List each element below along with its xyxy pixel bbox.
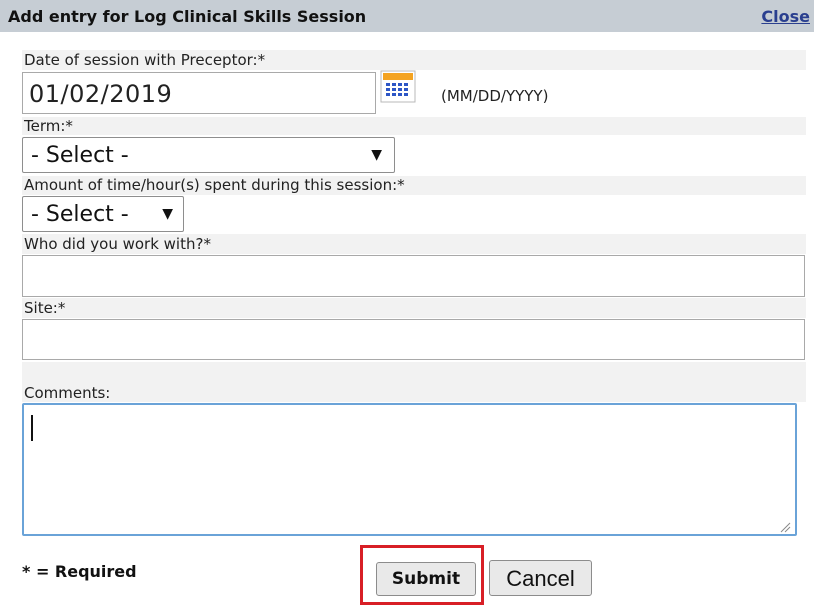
amount-label: Amount of time/hour(s) spent during this… <box>24 176 405 194</box>
term-label: Term:* <box>24 117 73 135</box>
resize-grip-icon[interactable] <box>779 518 791 533</box>
dialog-header: Add entry for Log Clinical Skills Sessio… <box>0 0 814 32</box>
comments-label-row <box>22 362 806 402</box>
dropdown-arrow-icon: ▼ <box>162 206 173 222</box>
dialog-title: Add entry for Log Clinical Skills Sessio… <box>8 7 367 26</box>
required-note: * = Required <box>22 562 137 581</box>
dropdown-arrow-icon: ▼ <box>371 147 382 163</box>
who-label: Who did you work with?* <box>24 235 211 253</box>
site-input[interactable] <box>22 319 805 360</box>
term-label-row <box>22 117 806 135</box>
amount-select[interactable]: - Select - ▼ <box>22 196 184 232</box>
cancel-button[interactable]: Cancel <box>489 560 592 596</box>
comments-label: Comments: <box>24 384 111 402</box>
submit-highlight-box <box>360 545 484 605</box>
close-link[interactable]: Close <box>761 7 810 26</box>
date-label: Date of session with Preceptor:* <box>24 51 266 69</box>
site-label-row <box>22 298 806 318</box>
date-format-hint: (MM/DD/YYYY) <box>441 87 549 105</box>
calendar-icon[interactable] <box>380 70 418 104</box>
term-select[interactable]: - Select - ▼ <box>22 137 395 173</box>
date-input[interactable]: 01/02/2019 <box>22 72 376 114</box>
site-label: Site:* <box>24 299 66 317</box>
amount-selected-value: - Select - <box>31 202 129 227</box>
term-selected-value: - Select - <box>31 143 129 168</box>
text-caret <box>31 415 33 441</box>
comments-textarea[interactable] <box>22 403 797 536</box>
who-input[interactable] <box>22 255 805 297</box>
